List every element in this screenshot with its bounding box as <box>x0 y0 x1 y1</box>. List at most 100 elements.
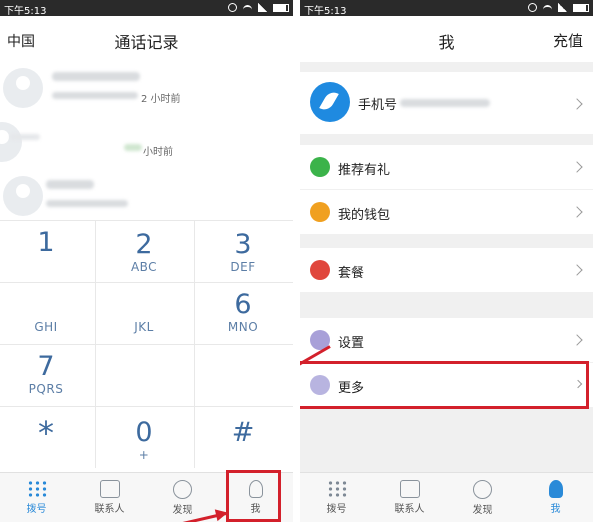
dial-key-5[interactable]: JKL <box>96 292 192 334</box>
dialpad: 1 2 ABC 3 DEF GHI JKL 6 MNO 7 PQRS * 0 +… <box>0 220 293 472</box>
dial-key-1[interactable]: 1 <box>0 228 92 258</box>
status-icons <box>528 3 589 12</box>
key-letters: ABC <box>130 260 158 274</box>
menu-label: 设置 <box>338 336 365 351</box>
status-time: 下午5:13 <box>304 6 347 17</box>
alarm-icon <box>528 3 537 12</box>
package-icon <box>310 260 330 280</box>
dial-key-7[interactable]: 7 PQRS <box>0 351 92 397</box>
status-bar: 下午5:13 <box>0 0 293 17</box>
menu-item-settings[interactable]: 设置 <box>300 318 593 362</box>
blurred-swipe <box>10 134 40 140</box>
me-content: 手机号 推荐有礼 我的钱包 套餐 设置 更多 <box>300 62 593 472</box>
recharge-button[interactable]: 充值 <box>553 30 583 51</box>
blurred-number <box>46 180 94 189</box>
key-digit: 0 <box>135 417 153 448</box>
call-time: 小时前 <box>143 147 173 158</box>
call-list: 2 小时前 小时前 <box>0 62 293 220</box>
divider <box>0 406 293 407</box>
chevron-right-icon <box>571 161 583 173</box>
me-screen: 下午5:13 我 充值 手机号 推荐有礼 我的钱包 套餐 设置 更多 拨号 联系… <box>300 0 593 522</box>
page-title: 我 <box>438 33 455 52</box>
contact-avatar <box>3 68 43 108</box>
dial-key-0[interactable]: 0 + <box>96 417 192 463</box>
key-digit: 1 <box>37 227 55 258</box>
highlight-box <box>226 470 281 522</box>
contact-avatar <box>0 122 22 162</box>
dial-key-hash[interactable]: # <box>195 418 291 448</box>
call-log-screen: 下午5:13 中国 通话记录 2 小时前 小时前 1 2 ABC 3 DEF G… <box>0 0 293 522</box>
key-letters: JKL <box>134 320 154 334</box>
blurred-number <box>52 72 140 81</box>
dial-key-2[interactable]: 2 ABC <box>96 229 192 275</box>
status-time: 下午5:13 <box>4 6 47 17</box>
call-time: 2 小时前 <box>141 94 181 105</box>
page-title: 通话记录 <box>114 33 179 52</box>
dial-key-4[interactable]: GHI <box>0 292 92 334</box>
tab-label: 我 <box>550 504 561 515</box>
chevron-right-icon <box>571 98 583 110</box>
tab-label: 联系人 <box>394 504 425 515</box>
signal-icon <box>558 3 567 12</box>
tab-dial[interactable]: 拨号 <box>0 473 73 522</box>
key-letters: PQRS <box>28 382 64 396</box>
key-digit: 7 <box>37 351 55 382</box>
key-digit: 2 <box>135 229 153 260</box>
key-digit: * <box>38 414 54 452</box>
dialpad-icon <box>326 480 347 498</box>
divider <box>0 220 293 221</box>
me-header: 我 充值 <box>300 16 593 62</box>
tab-contacts[interactable]: 联系人 <box>73 473 146 522</box>
chevron-right-icon <box>571 264 583 276</box>
feather-avatar-icon <box>310 82 350 122</box>
blurred-location <box>124 144 142 151</box>
profile-row[interactable]: 手机号 <box>300 72 593 134</box>
blurred-phone <box>400 99 490 107</box>
divider <box>0 344 293 345</box>
tab-label: 拨号 <box>326 504 347 515</box>
tab-dial[interactable]: 拨号 <box>300 473 373 522</box>
contacts-icon <box>399 480 420 498</box>
divider <box>0 282 293 283</box>
compass-icon <box>473 480 492 499</box>
person-icon <box>548 480 563 498</box>
tab-label: 联系人 <box>94 504 125 515</box>
profile-label: 手机号 <box>358 98 398 113</box>
menu-item-wallet[interactable]: 我的钱包 <box>300 190 593 234</box>
tab-me[interactable]: 我 <box>519 473 592 522</box>
status-icons <box>228 3 289 12</box>
tab-discover[interactable]: 发现 <box>446 473 519 522</box>
chevron-right-icon <box>571 334 583 346</box>
key-digit: 6 <box>234 289 252 320</box>
chevron-right-icon <box>571 206 583 218</box>
dial-key-3[interactable]: 3 DEF <box>195 229 291 275</box>
compass-icon <box>173 480 192 499</box>
status-bar: 下午5:13 <box>300 0 593 17</box>
gift-icon <box>310 157 330 177</box>
tab-label: 发现 <box>472 505 493 516</box>
key-letters: + <box>138 448 150 462</box>
key-letters: DEF <box>230 260 256 274</box>
contact-avatar <box>3 176 43 216</box>
call-record-row[interactable]: 2 小时前 <box>0 62 293 114</box>
menu-item-referral[interactable]: 推荐有礼 <box>300 145 593 189</box>
signal-icon <box>258 3 267 12</box>
tab-contacts[interactable]: 联系人 <box>373 473 446 522</box>
alarm-icon <box>228 3 237 12</box>
dial-key-star[interactable]: * <box>0 414 92 452</box>
wallet-icon <box>310 202 330 222</box>
menu-item-package[interactable]: 套餐 <box>300 248 593 292</box>
key-digit: 3 <box>234 229 252 260</box>
menu-label: 套餐 <box>338 266 365 281</box>
dial-key-6[interactable]: 6 MNO <box>195 289 291 335</box>
tab-discover[interactable]: 发现 <box>146 473 219 522</box>
call-record-row[interactable]: 小时前 <box>0 116 293 168</box>
key-letters: GHI <box>34 320 58 334</box>
tab-label: 拨号 <box>26 504 47 515</box>
tab-label: 发现 <box>172 505 193 516</box>
battery-icon <box>573 3 589 12</box>
key-digit: # <box>231 417 255 448</box>
call-record-row[interactable] <box>0 170 293 222</box>
wifi-icon <box>543 4 552 11</box>
dialpad-icon <box>26 480 47 498</box>
